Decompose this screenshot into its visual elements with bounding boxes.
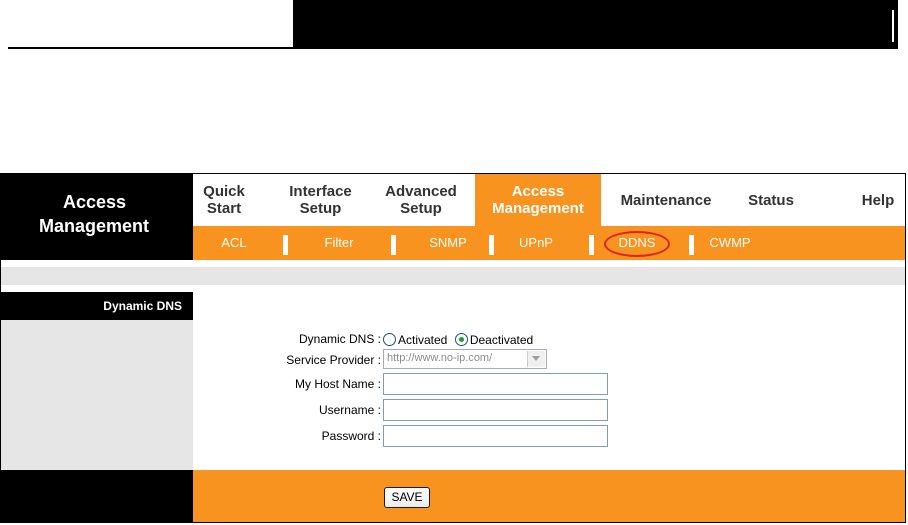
service-provider-label: Service Provider : <box>286 353 381 367</box>
password-input[interactable] <box>383 425 608 447</box>
form-row-username: Username : <box>193 398 905 422</box>
radio-activated-label: Activated <box>398 332 448 347</box>
save-button[interactable]: SAVE <box>384 487 430 508</box>
subnav-acl[interactable]: ACL <box>221 234 247 252</box>
subnav-snmp[interactable]: SNMP <box>424 234 472 252</box>
header-edge-line <box>892 10 894 42</box>
username-input[interactable] <box>383 399 608 421</box>
nav-quick-start[interactable]: Quick Start <box>193 174 255 226</box>
subnav-upnp[interactable]: UPnP <box>516 234 556 252</box>
form-row-host-name: My Host Name : <box>193 372 905 396</box>
page-header-bar <box>0 0 908 52</box>
radio-deactivated-label: Deactivated <box>469 332 534 347</box>
dynamic-dns-label: Dynamic DNS : <box>298 332 381 346</box>
main-nav: Quick Start Interface Setup Advanced Setup … <box>193 174 905 226</box>
service-provider-value: http://www.no-ip.com/ <box>387 352 493 364</box>
subnav-separator <box>283 235 288 255</box>
router-admin-window: Access Management Quick Start Interface Se… <box>0 173 906 523</box>
section-label: Dynamic DNS <box>1 292 193 320</box>
radio-deactivated[interactable] <box>454 333 468 347</box>
subnav-separator <box>589 235 594 255</box>
service-provider-select[interactable]: http://www.no-ip.com/ <box>383 349 547 369</box>
username-label: Username : <box>318 403 381 417</box>
subnav-separator <box>689 235 694 255</box>
password-label: Password : <box>321 429 381 443</box>
subnav-cwmp[interactable]: CWMP <box>705 234 755 252</box>
radio-activated[interactable] <box>383 333 396 347</box>
form-row-password: Password : <box>193 424 905 448</box>
footer-bar: SAVE <box>193 470 905 522</box>
subnav-separator <box>489 235 494 255</box>
divider-strip <box>1 267 905 285</box>
footer-left <box>1 470 193 522</box>
ddns-highlight-circle <box>604 231 670 257</box>
nav-interface-setup[interactable]: Interface Setup <box>278 174 363 226</box>
nav-help[interactable]: Help <box>855 174 901 226</box>
header-underline <box>8 0 293 49</box>
dynamic-dns-radios: Activated Deactivated <box>383 331 536 349</box>
form-row-service-provider: Service Provider : http://www.no-ip.com/ <box>193 348 905 372</box>
page-title-line-1: Access <box>63 192 127 212</box>
subnav-separator <box>391 235 396 255</box>
header-black-bar <box>293 0 898 49</box>
nav-maintenance[interactable]: Maintenance <box>611 174 721 226</box>
sub-nav: ACL Filter SNMP UPnP DDNS CWMP <box>193 226 905 260</box>
chevron-down-icon <box>527 351 545 367</box>
page-title-line-2: Management <box>39 216 150 236</box>
subnav-filter[interactable]: Filter <box>319 234 359 252</box>
nav-advanced-setup[interactable]: Advanced Setup <box>379 174 463 226</box>
left-panel <box>1 320 193 470</box>
host-name-label: My Host Name : <box>294 377 381 391</box>
page-title: Access Management <box>1 174 193 260</box>
nav-status[interactable]: Status <box>741 174 801 226</box>
host-name-input[interactable] <box>383 373 608 395</box>
nav-access-management[interactable]: Access Management <box>475 174 601 226</box>
